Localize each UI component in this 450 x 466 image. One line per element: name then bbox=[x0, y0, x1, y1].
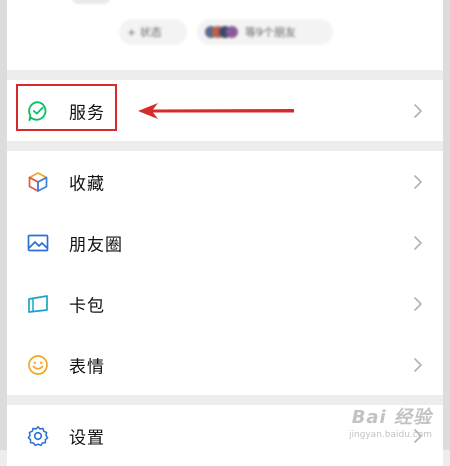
smiley-icon bbox=[27, 354, 49, 376]
chevron-right-icon bbox=[414, 174, 422, 189]
menu-item-moments[interactable]: 朋友圈 bbox=[7, 212, 443, 273]
cube-icon bbox=[27, 171, 49, 193]
picture-icon bbox=[27, 232, 49, 254]
chevron-right-icon bbox=[414, 235, 422, 250]
services-icon bbox=[27, 100, 49, 122]
add-status-label: + 状态 bbox=[127, 26, 162, 39]
services-label: 服务 bbox=[69, 103, 105, 123]
left-edge bbox=[0, 0, 7, 450]
menu-item-favorites[interactable]: 收藏 bbox=[7, 151, 443, 212]
gear-icon bbox=[27, 425, 49, 447]
friend-avatars bbox=[205, 26, 238, 38]
add-status-button[interactable]: + 状态 bbox=[119, 19, 187, 45]
right-edge bbox=[443, 0, 450, 450]
watermark-url: jingyan.baidu.com bbox=[348, 430, 432, 440]
chevron-right-icon bbox=[414, 296, 422, 311]
blurred-profile-element bbox=[72, 0, 110, 4]
watermark: Bai 经验 jingyan.baidu.com bbox=[349, 403, 432, 440]
pointer-arrow-icon bbox=[138, 103, 294, 119]
friends-status-label: 等9个朋友 bbox=[245, 26, 296, 39]
settings-label: 设置 bbox=[69, 428, 105, 448]
menu-item-stickers[interactable]: 表情 bbox=[7, 334, 443, 395]
chevron-right-icon bbox=[414, 357, 422, 372]
chevron-right-icon bbox=[414, 103, 422, 118]
favorites-label: 收藏 bbox=[69, 174, 105, 194]
stickers-label: 表情 bbox=[69, 357, 105, 377]
features-section: 收藏 朋友圈 卡包 表情 bbox=[7, 151, 443, 395]
menu-item-cards[interactable]: 卡包 bbox=[7, 273, 443, 334]
profile-header: + 状态 等9个朋友 bbox=[7, 0, 443, 70]
avatar bbox=[226, 26, 238, 38]
cards-label: 卡包 bbox=[69, 296, 105, 316]
friends-status-button[interactable]: 等9个朋友 bbox=[197, 19, 333, 45]
card-wallet-icon bbox=[27, 293, 49, 315]
moments-label: 朋友圈 bbox=[69, 235, 123, 255]
watermark-logo: Bai 经验 bbox=[351, 407, 432, 428]
